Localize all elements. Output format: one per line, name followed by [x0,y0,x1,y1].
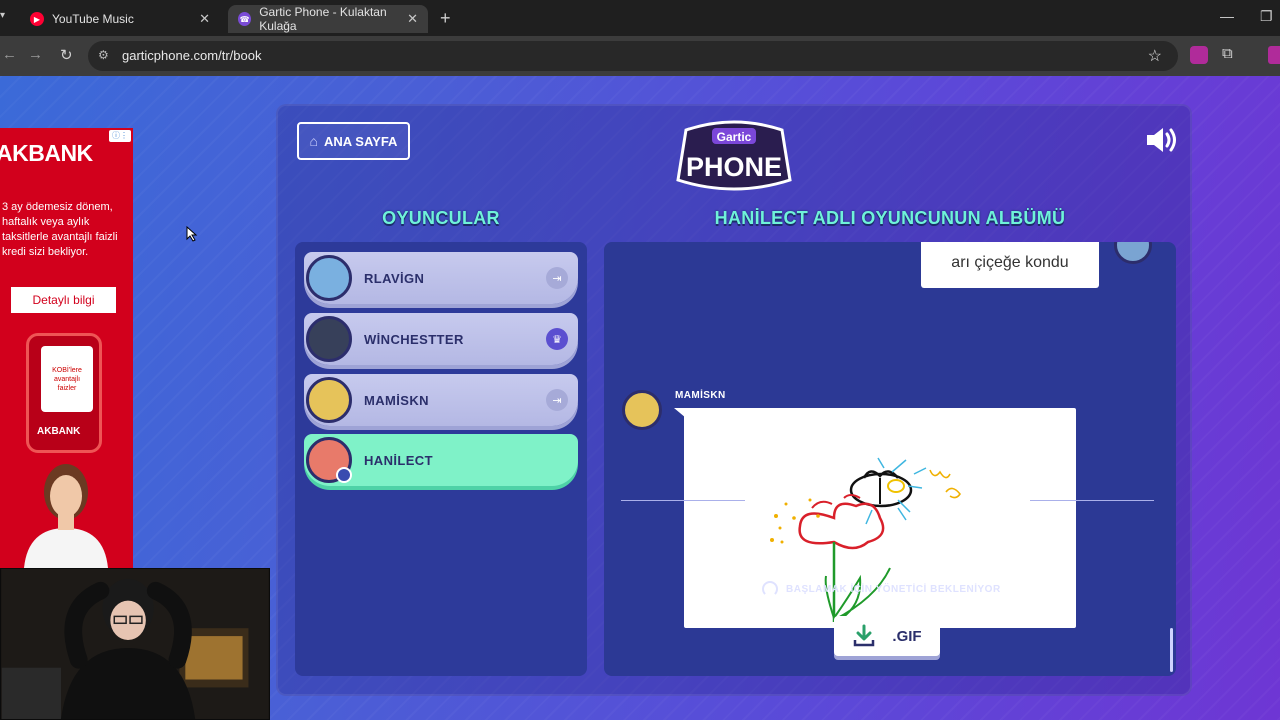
exit-icon: ⇥ [546,389,568,411]
download-gif-button[interactable]: .GIF [834,616,940,656]
new-tab-icon[interactable]: + [440,8,451,29]
ad-cta-button[interactable]: Detaylı bilgi [11,287,116,313]
logo-bottom-text: PHONE [686,152,782,182]
ad-phone-brand: AKBANK [37,426,81,437]
player-row-winchestter[interactable]: WİNCHESTTER ♛ [304,313,578,365]
extensions-puzzle-icon[interactable]: ⧉ [1222,45,1233,62]
exit-icon: ⇥ [546,267,568,289]
forward-icon[interactable]: → [28,46,43,63]
download-icon [854,624,875,647]
ad-model-image [24,464,108,568]
avatar [306,377,352,423]
browser-tab-bar: ▾ ▶ YouTube Music ✕ ☎ Gartic Phone - Kul… [0,0,1280,36]
webcam-overlay [0,568,270,720]
player-name: WİNCHESTTER [364,331,464,347]
phone-icon: ☎ [238,12,252,26]
tab-search-icon[interactable]: ▾ [0,10,5,21]
bookmark-star-icon[interactable]: ☆ [1148,46,1162,66]
players-list: RLAVİGN ⇥ WİNCHESTTER ♛ MAMİSKN ⇥ HANİLE… [295,242,587,676]
avatar [1114,242,1152,264]
loading-spinner-icon [762,581,778,597]
album-title: HANİLECT ADLI OYUNCUNUN ALBÜMÜ [714,208,1066,228]
divider [621,500,745,501]
waiting-text: BAŞLAMAK İÇİN YÖNETİCİ BEKLENİYOR [786,583,1001,595]
player-name: RLAVİGN [364,270,425,286]
tab-title: YouTube Music [52,12,134,26]
divider [1030,500,1154,501]
akbank-ad[interactable]: ⓘ⋮ AKBANK 3 ay ödemesiz dönem, haftalık … [0,128,133,568]
tab-gartic-phone[interactable]: ☎ Gartic Phone - Kulaktan Kulağa ✕ [228,5,428,33]
player-name: MAMİSKN [364,392,429,408]
sound-icon[interactable] [1145,126,1179,154]
reload-icon[interactable]: ↻ [60,46,73,64]
home-icon: ⌂ [309,133,318,149]
player-row-hanilect[interactable]: HANİLECT [304,434,578,486]
ad-info-icon[interactable]: ⓘ⋮ [109,130,131,142]
logo-top-text: Gartic [717,130,752,144]
player-row-mamiskn[interactable]: MAMİSKN ⇥ [304,374,578,426]
avatar [306,437,352,483]
address-bar[interactable]: ⚙ garticphone.com/tr/book ☆ [88,41,1178,71]
avatar [306,255,352,301]
tab-title: Gartic Phone - Kulaktan Kulağa [259,5,387,33]
home-button[interactable]: ⌂ ANA SAYFA [297,122,410,160]
extension-icon[interactable] [1190,46,1208,64]
close-tab-icon[interactable]: ✕ [407,11,418,27]
ad-text: 3 ay ödemesiz dönem, haftalık veya aylık… [2,201,118,258]
back-icon[interactable]: ← [2,46,17,63]
youtube-music-icon: ▶ [30,12,44,26]
ad-phone-image: KOBİ'lere avantajlı faizler AKBANK [26,333,102,453]
browser-toolbar: ← → ↻ ⚙ garticphone.com/tr/book ☆ [0,36,1280,76]
site-settings-icon[interactable]: ⚙ [98,48,112,62]
player-name: HANİLECT [364,452,433,468]
home-button-label: ANA SAYFA [324,133,398,149]
close-tab-icon[interactable]: ✕ [199,11,210,27]
mouse-cursor-icon [186,226,198,242]
album-panel[interactable]: arı çiçeğe kondu MAMİSKN [604,242,1176,676]
avatar [306,316,352,362]
crown-icon: ♛ [546,328,568,350]
profile-icon[interactable] [1268,46,1280,64]
maximize-icon[interactable]: ❐ [1260,8,1273,25]
avatar [622,390,662,430]
ad-phone-text: KOBİ'lere avantajlı faizler [41,346,93,412]
player-row-rlavign[interactable]: RLAVİGN ⇥ [304,252,578,304]
url-text[interactable]: garticphone.com/tr/book [122,48,261,63]
user-badge-icon [336,467,352,483]
waiting-status: BAŞLAMAK İÇİN YÖNETİCİ BEKLENİYOR [762,581,1001,597]
album-text-entry: arı çiçeğe kondu [921,242,1099,288]
minimize-icon[interactable]: — [1220,8,1234,24]
album-scrollbar[interactable] [1170,628,1173,672]
ad-brand-logo: AKBANK [0,140,93,166]
players-title: OYUNCULAR [382,208,500,228]
gif-button-label: .GIF [892,627,922,645]
gartic-phone-logo: Gartic PHONE [676,120,792,191]
drawing-author-name: MAMİSKN [675,390,726,401]
tab-youtube-music[interactable]: ▶ YouTube Music ✕ [20,5,220,33]
